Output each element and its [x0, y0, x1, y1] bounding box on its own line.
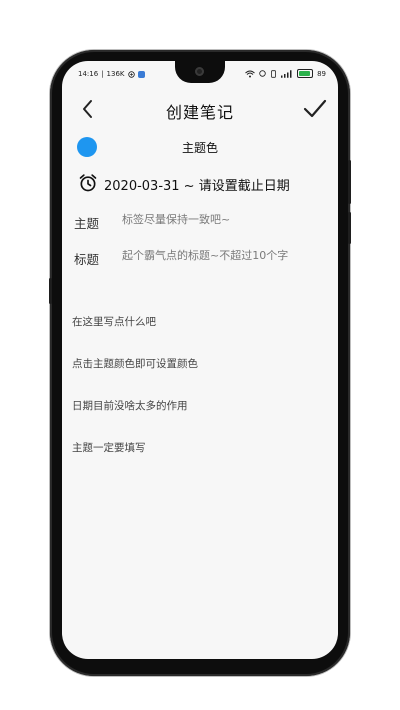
topic-input[interactable]: [122, 213, 332, 226]
signal-icon: [281, 69, 292, 78]
body-line: 在这里写点什么吧: [72, 316, 156, 328]
battery-icon: [297, 69, 314, 78]
title-input[interactable]: [122, 249, 332, 262]
alarm-clock-icon[interactable]: [78, 173, 98, 193]
power-button: [348, 212, 351, 244]
title-row: 标题: [62, 249, 338, 269]
title-label: 标题: [74, 252, 100, 267]
status-divider: |: [101, 70, 104, 78]
vibrate-icon: [271, 69, 276, 78]
battery-level: 89: [317, 69, 326, 78]
toolbar: 创建笔记: [62, 91, 338, 127]
battery-fill: [299, 71, 310, 76]
body-line: 点击主题颜色即可设置颜色: [72, 358, 198, 370]
wifi-icon: [245, 70, 255, 77]
body-line: 主题一定要填写: [72, 442, 146, 454]
status-bar: 14:16 | 136K 89: [62, 61, 338, 87]
deadline-date[interactable]: 2020-03-31 ~ 请设置截止日期: [104, 175, 290, 194]
topic-label: 主题: [74, 216, 100, 231]
alarm-status-icon: [259, 70, 266, 77]
status-time: 14:16: [78, 70, 99, 78]
left-button: [49, 278, 52, 304]
speed-icon: [127, 70, 135, 78]
theme-color-row: 主题色: [62, 137, 338, 159]
checkmark-icon[interactable]: [302, 97, 328, 121]
network-speed: 136K: [106, 70, 125, 78]
body-line: 日期目前没啥太多的作用: [72, 400, 188, 412]
screen: 14:16 | 136K 89 创建笔记 主题色 2020-03-31 ~ 请设…: [62, 61, 338, 659]
note-body-input[interactable]: 在这里写点什么吧 点击主题颜色即可设置颜色 日期目前没啥太多的作用 主题一定要填…: [72, 287, 328, 627]
page-title: 创建笔记: [165, 103, 234, 122]
theme-color-label: 主题色: [181, 141, 218, 155]
deadline-row: 2020-03-31 ~ 请设置截止日期: [62, 173, 338, 195]
volume-button: [348, 160, 351, 204]
app-notification-icon: [137, 70, 145, 78]
topic-row: 主题: [62, 213, 338, 233]
